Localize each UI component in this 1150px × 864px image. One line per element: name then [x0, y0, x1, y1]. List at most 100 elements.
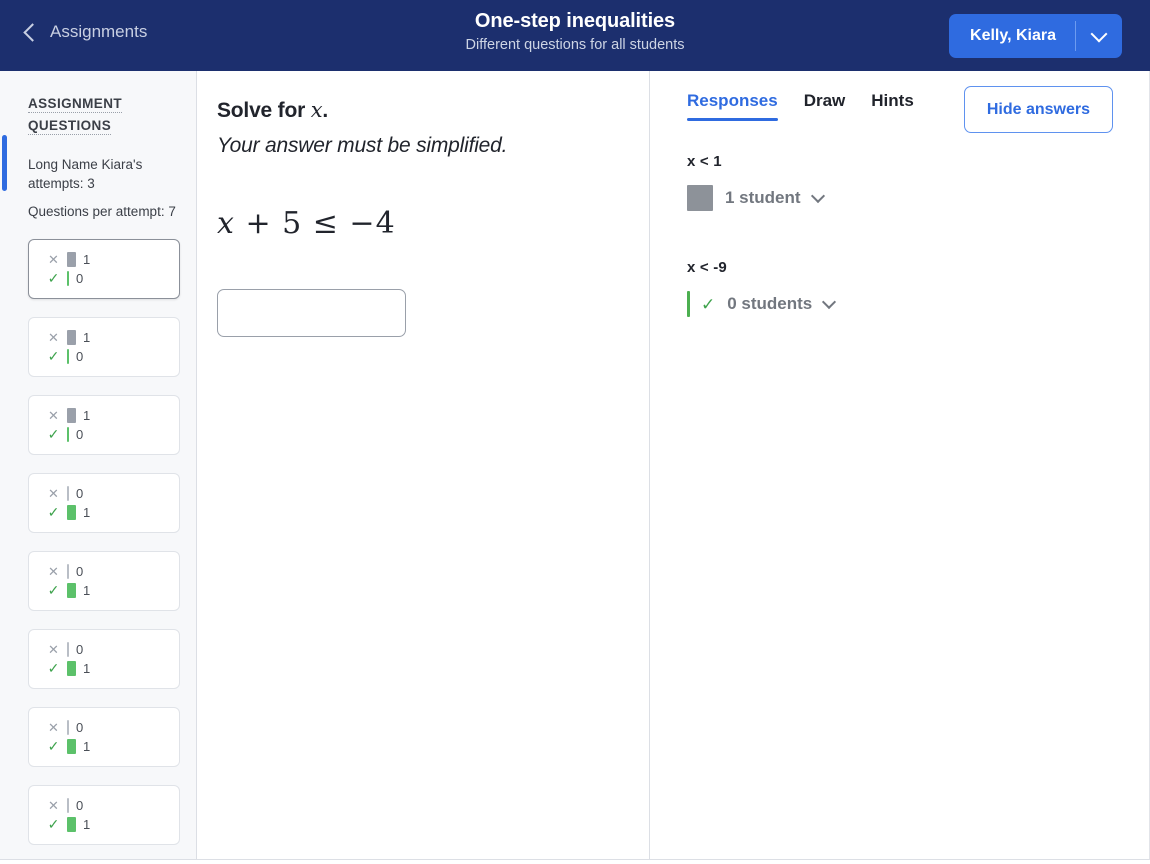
correct-count: 0 [76, 271, 84, 286]
incorrect-bar [67, 798, 69, 813]
response-student-row[interactable]: 1 student [687, 185, 825, 211]
incorrect-row: ✕ 1 [47, 328, 179, 347]
response-group-2: x < -9 ✓ 0 students [687, 259, 1149, 317]
answer-input[interactable] [217, 289, 406, 337]
question-card-1[interactable]: ✕ 1 ✓ 0 [28, 239, 180, 299]
correct-row: ✓ 1 [47, 503, 179, 522]
sidebar-heading-line-1: ASSIGNMENT [28, 96, 123, 113]
incorrect-bar [67, 252, 76, 267]
back-to-assignments-link[interactable]: Assignments [23, 22, 148, 42]
response-group-list: x < 1 1 student x < -9 ✓ 0 students [687, 153, 1149, 317]
incorrect-count: 1 [83, 408, 91, 423]
incorrect-row: ✕ 0 [47, 796, 179, 815]
content-body: ASSIGNMENT QUESTIONS Long Name Kiara's a… [0, 71, 1150, 860]
correct-row: ✓ 1 [47, 659, 179, 678]
cross-icon: ✕ [48, 408, 59, 423]
correct-row: ✓ 1 [47, 737, 179, 756]
correct-bar [67, 661, 76, 676]
question-prompt-variable: x [310, 98, 323, 122]
incorrect-row: ✕ 1 [47, 250, 179, 269]
check-icon: ✓ [701, 294, 716, 314]
incorrect-bar [67, 486, 69, 501]
student-picker[interactable]: Kelly, Kiara [949, 14, 1122, 58]
incorrect-row: ✕ 0 [47, 562, 179, 581]
check-icon: ✓ [47, 426, 60, 442]
question-card-3[interactable]: ✕ 1 ✓ 0 [28, 395, 180, 455]
correct-row: ✓ 1 [47, 815, 179, 834]
correct-count: 1 [83, 817, 91, 832]
incorrect-bar [67, 564, 69, 579]
correct-bar [67, 583, 76, 598]
check-icon: ✓ [47, 270, 60, 286]
correct-count: 0 [76, 427, 84, 442]
correct-bar [67, 739, 76, 754]
correct-bar [67, 427, 69, 442]
check-icon: ✓ [47, 348, 60, 364]
correct-bar [67, 271, 69, 286]
correct-bar [67, 505, 76, 520]
check-icon: ✓ [47, 582, 60, 598]
tab-hints[interactable]: Hints [871, 91, 914, 121]
incorrect-bar [67, 408, 76, 423]
responses-panel: Responses Draw Hints Hide answers x < 1 1 s… [650, 71, 1150, 860]
question-panel: Solve for x. Your answer must be simplif… [197, 71, 650, 860]
check-icon: ✓ [47, 504, 60, 520]
check-icon: ✓ [47, 816, 60, 832]
chevron-down-icon[interactable] [810, 188, 825, 203]
question-equation: x + 5 ≤ −4 [217, 206, 649, 241]
question-prompt: Solve for x. [217, 95, 649, 126]
response-answer-text: x < 1 [687, 153, 722, 170]
correct-count: 0 [76, 349, 84, 364]
question-card-8[interactable]: ✕ 0 ✓ 1 [28, 785, 180, 845]
chevron-down-icon [1090, 25, 1108, 43]
chevron-down-icon[interactable] [822, 294, 837, 309]
question-card-6[interactable]: ✕ 0 ✓ 1 [28, 629, 180, 689]
sidebar-heading-line-2: QUESTIONS [28, 118, 112, 135]
incorrect-row: ✕ 0 [47, 484, 179, 503]
incorrect-count: 0 [76, 798, 84, 813]
selected-question-indicator [2, 135, 7, 191]
incorrect-row: ✕ 1 [47, 406, 179, 425]
correct-count: 1 [83, 505, 91, 520]
correct-row: ✓ 0 [47, 425, 179, 444]
question-card-list: ✕ 1 ✓ 0 ✕ 1 ✓ 0 ✕ 1 ✓ 0 ✕ 0 ✓ 1 ✕ 0 ✓ 1 ✕ 0 ✓ 1 ✕ 0 ✓ 1 ✕ 0 ✓ 1 [28, 239, 180, 845]
cross-icon: ✕ [48, 720, 59, 735]
app-header: Assignments One-step inequalities Differ… [0, 0, 1150, 71]
sidebar-content: ASSIGNMENT QUESTIONS Long Name Kiara's a… [0, 71, 196, 845]
cross-icon: ✕ [48, 798, 59, 813]
questions-per-attempt-text: Questions per attempt: 7 [28, 204, 176, 219]
correct-row: ✓ 1 [47, 581, 179, 600]
incorrect-count: 0 [76, 564, 84, 579]
response-group-1: x < 1 1 student [687, 153, 1149, 211]
incorrect-row: ✕ 0 [47, 640, 179, 659]
chevron-left-icon [23, 23, 42, 42]
cross-icon: ✕ [48, 486, 59, 501]
incorrect-count: 0 [76, 720, 84, 735]
response-answer-text: x < -9 [687, 259, 727, 276]
question-card-2[interactable]: ✕ 1 ✓ 0 [28, 317, 180, 377]
response-student-row[interactable]: ✓ 0 students [687, 291, 837, 317]
hide-answers-button[interactable]: Hide answers [963, 86, 1113, 133]
student-picker-dropdown-button[interactable] [1076, 14, 1122, 58]
correct-count: 1 [83, 583, 91, 598]
response-student-count: 0 students [727, 294, 813, 313]
correct-row: ✓ 0 [47, 269, 179, 288]
back-link-label: Assignments [50, 22, 148, 41]
question-instruction: Your answer must be simplified. [217, 134, 508, 157]
cross-icon: ✕ [48, 642, 59, 657]
student-picker-label: Kelly, Kiara [970, 27, 1056, 44]
incorrect-bar [67, 330, 76, 345]
correct-count: 1 [83, 661, 91, 676]
question-card-7[interactable]: ✕ 0 ✓ 1 [28, 707, 180, 767]
tab-responses[interactable]: Responses [687, 91, 778, 121]
question-card-4[interactable]: ✕ 0 ✓ 1 [28, 473, 180, 533]
incorrect-count: 0 [76, 642, 84, 657]
tab-draw[interactable]: Draw [804, 91, 846, 121]
correct-count: 1 [83, 739, 91, 754]
cross-icon: ✕ [48, 564, 59, 579]
response-bar [687, 291, 690, 317]
correct-row: ✓ 0 [47, 347, 179, 366]
correct-bar [67, 349, 69, 364]
response-bar [687, 185, 713, 211]
question-card-5[interactable]: ✕ 0 ✓ 1 [28, 551, 180, 611]
